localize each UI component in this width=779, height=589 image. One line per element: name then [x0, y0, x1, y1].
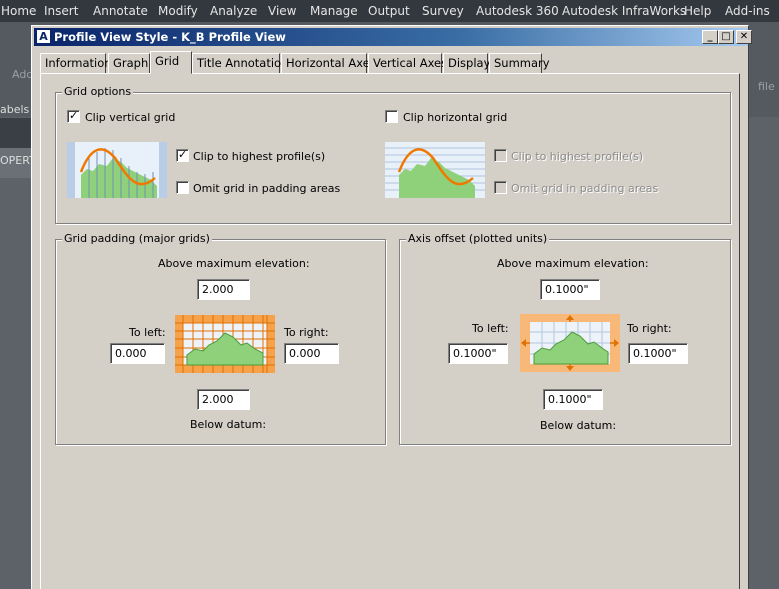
axis-offset-right-label: To right:: [627, 322, 672, 335]
ribbon-tab-survey[interactable]: Survey: [422, 4, 464, 18]
tab-information[interactable]: Information: [40, 53, 112, 74]
tab-title-annotation[interactable]: Title Annotation: [192, 53, 288, 74]
tab-graph[interactable]: Graph: [108, 53, 150, 74]
ribbon-tab-analyze[interactable]: Analyze: [210, 4, 257, 18]
axis-offset-left-input[interactable]: 0.1000": [448, 343, 508, 364]
axis-offset-above-label: Above maximum elevation:: [497, 257, 649, 270]
ribbon-tab-infraworks[interactable]: Autodesk InfraWorks: [562, 4, 686, 18]
tab-vertical-axes[interactable]: Vertical Axes: [368, 53, 447, 74]
axis-offset-title: Axis offset (plotted units): [406, 232, 550, 245]
axis-offset-left-label: To left:: [472, 322, 509, 335]
dialog-title-bar[interactable]: A Profile View Style - K_B Profile View …: [34, 28, 752, 46]
grid-padding-below-label: Below datum:: [190, 418, 267, 431]
clip-horizontal-grid-checkbox[interactable]: [385, 110, 398, 123]
grid-padding-above-label: Above maximum elevation:: [158, 257, 310, 270]
civil3d-icon: A: [36, 29, 51, 44]
checkmark-icon: ✓: [178, 148, 188, 161]
grid-padding-above-input[interactable]: 2.000: [197, 279, 250, 300]
axis-offset-preview-icon: [520, 314, 620, 372]
ribbon-tab-output[interactable]: Output: [368, 4, 410, 18]
ribbon-tab-bar: Home Insert Annotate Modify Analyze View…: [0, 0, 779, 22]
clip-highest-profile-horizontal-checkbox[interactable]: [494, 149, 507, 162]
profile-view-style-dialog: A Profile View Style - K_B Profile View …: [31, 25, 752, 589]
ribbon-tab-modify[interactable]: Modify: [158, 4, 198, 18]
clip-vertical-grid-preview-icon: [67, 142, 167, 198]
ribbon-tab-add-ins[interactable]: Add-ins: [725, 4, 770, 18]
minimize-button[interactable]: _: [702, 30, 718, 44]
ribbon-tab-help[interactable]: Help: [684, 4, 711, 18]
clip-highest-profile-horizontal-label[interactable]: Clip to highest profile(s): [511, 150, 643, 163]
omit-padding-vertical-checkbox[interactable]: [176, 181, 189, 194]
omit-padding-vertical-label[interactable]: Omit grid in padding areas: [193, 182, 340, 195]
clip-horizontal-grid-label[interactable]: Clip horizontal grid: [403, 111, 507, 124]
omit-padding-horizontal-label[interactable]: Omit grid in padding areas: [511, 182, 658, 195]
clip-horizontal-grid-preview-icon: [385, 142, 485, 198]
background-labels-text: abels: [0, 103, 30, 116]
grid-options-title: Grid options: [62, 85, 134, 98]
ribbon-tab-annotate[interactable]: Annotate: [93, 4, 148, 18]
ribbon-tab-insert[interactable]: Insert: [44, 4, 78, 18]
grid-options-group: Grid options ✓ Clip vertical grid ✓ Clip…: [55, 85, 731, 224]
tab-grid[interactable]: Grid: [150, 51, 192, 74]
grid-padding-title: Grid padding (major grids): [62, 232, 212, 245]
tab-summary[interactable]: Summary: [489, 53, 550, 74]
clip-highest-profile-vertical-checkbox[interactable]: ✓: [176, 148, 189, 162]
axis-offset-right-input[interactable]: 0.1000": [628, 343, 688, 364]
background-right-text: file: [758, 80, 775, 93]
dialog-title: Profile View Style - K_B Profile View: [54, 30, 286, 44]
grid-padding-right-input[interactable]: 0.000: [284, 343, 339, 364]
axis-offset-group: Axis offset (plotted units) Above maximu…: [399, 232, 731, 445]
axis-offset-below-label: Below datum:: [540, 419, 617, 432]
omit-padding-horizontal-checkbox[interactable]: [494, 181, 507, 194]
ribbon-tab-manage[interactable]: Manage: [310, 4, 358, 18]
grid-padding-left-input[interactable]: 0.000: [110, 343, 165, 364]
clip-vertical-grid-label[interactable]: Clip vertical grid: [85, 111, 175, 124]
tab-display[interactable]: Display: [443, 53, 490, 74]
tab-horizontal-axes[interactable]: Horizontal Axes: [281, 53, 376, 74]
axis-offset-above-input[interactable]: 0.1000": [540, 279, 600, 300]
axis-offset-below-input[interactable]: 0.1000": [543, 389, 603, 410]
maximize-button[interactable]: □: [718, 30, 734, 44]
ribbon-tab-autodesk-360[interactable]: Autodesk 360: [476, 4, 559, 18]
grid-padding-preview-icon: [175, 315, 275, 373]
toolspace-header: [0, 118, 34, 148]
checkmark-icon: ✓: [69, 109, 79, 122]
grid-padding-below-input[interactable]: 2.000: [197, 389, 250, 410]
clip-vertical-grid-checkbox[interactable]: ✓: [67, 109, 80, 123]
grid-padding-group: Grid padding (major grids) Above maximum…: [55, 232, 386, 445]
close-button[interactable]: ✕: [736, 30, 752, 44]
ribbon-tab-home[interactable]: Home: [1, 4, 36, 18]
grid-padding-right-label: To right:: [284, 326, 329, 339]
grid-padding-left-label: To left:: [129, 326, 166, 339]
clip-highest-profile-vertical-label[interactable]: Clip to highest profile(s): [193, 150, 325, 163]
ribbon-tab-view[interactable]: View: [268, 4, 296, 18]
grid-tab-panel: Grid options ✓ Clip vertical grid ✓ Clip…: [40, 73, 740, 589]
